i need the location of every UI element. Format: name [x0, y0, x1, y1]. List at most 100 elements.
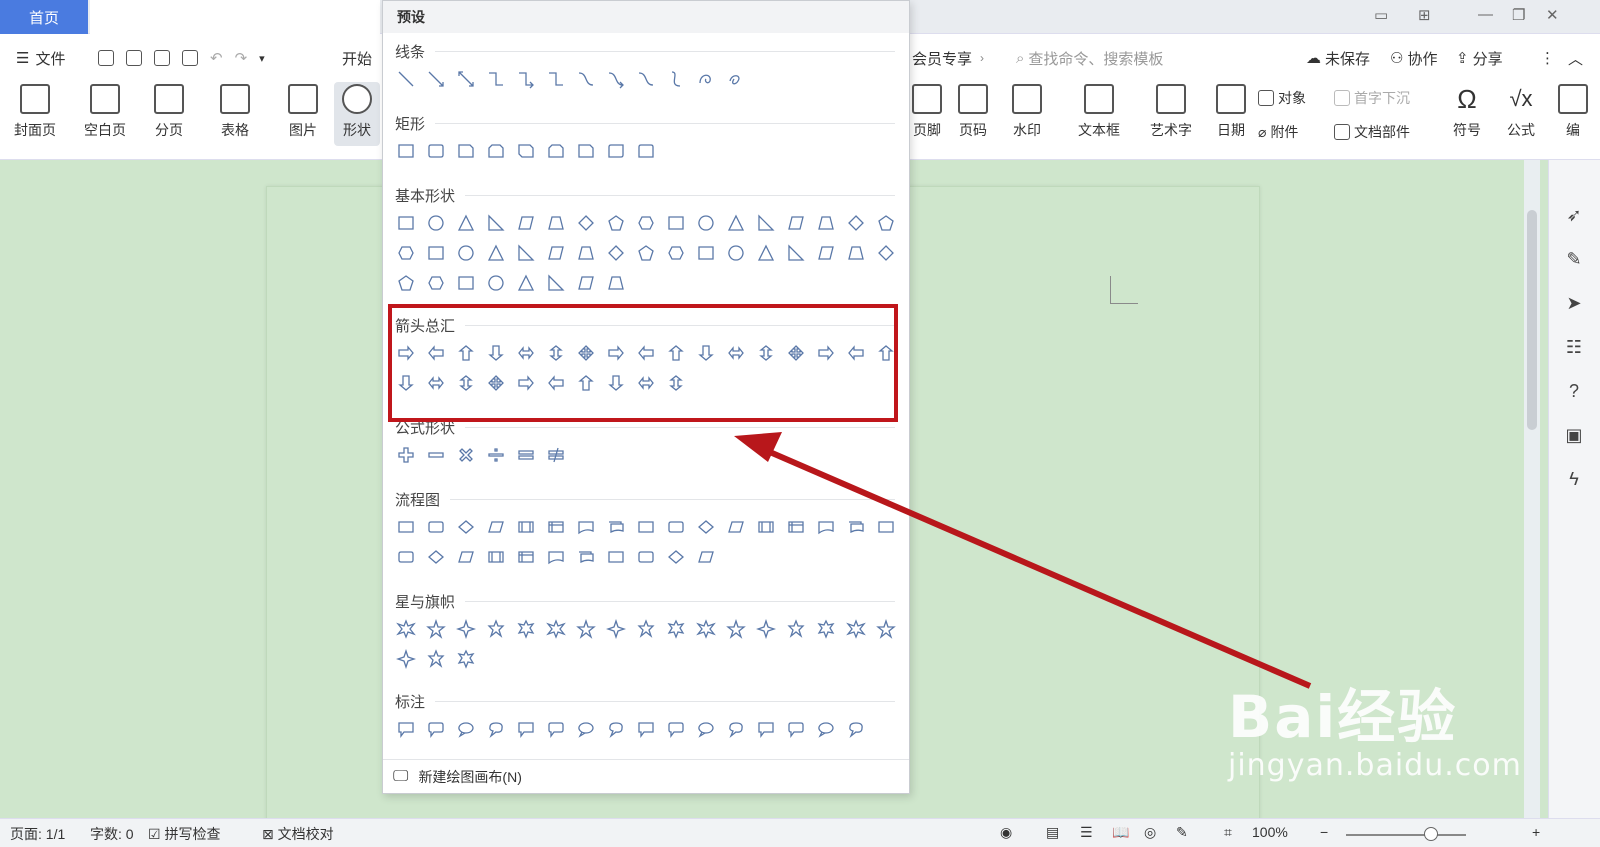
- shape-flow-18[interactable]: [395, 547, 417, 567]
- shape-flow-21[interactable]: [485, 547, 507, 567]
- scrollbar-thumb[interactable]: [1527, 210, 1537, 430]
- web-view-icon[interactable]: ◎: [1144, 824, 1156, 841]
- zoom-in-icon[interactable]: +: [1532, 824, 1540, 840]
- shape-callout-14[interactable]: [785, 719, 807, 739]
- shape-basic-42[interactable]: [605, 273, 627, 293]
- formula-button[interactable]: √x 公式: [1506, 84, 1536, 140]
- shape-basic-8[interactable]: [605, 213, 627, 233]
- shape-callout-7[interactable]: [575, 719, 597, 739]
- shape-basic-22[interactable]: [515, 243, 537, 263]
- shape-callout-10[interactable]: [665, 719, 687, 739]
- shape-basic-32[interactable]: [815, 243, 837, 263]
- shape-line-4[interactable]: [485, 69, 507, 89]
- page-view-icon[interactable]: ▤: [1046, 824, 1059, 841]
- eye-protect-icon[interactable]: ◉: [1000, 824, 1012, 841]
- shape-flow-25[interactable]: [605, 547, 627, 567]
- shapes-button[interactable]: 形状: [334, 82, 380, 146]
- shape-eq-1[interactable]: [395, 445, 417, 465]
- shape-eq-4[interactable]: [485, 445, 507, 465]
- restore-icon[interactable]: ❐: [1512, 6, 1525, 24]
- shape-basic-30[interactable]: [755, 243, 777, 263]
- shape-basic-9[interactable]: [635, 213, 657, 233]
- shape-basic-35[interactable]: [395, 273, 417, 293]
- undo-icon[interactable]: ↶: [210, 49, 223, 67]
- shape-flow-26[interactable]: [635, 547, 657, 567]
- shape-callout-3[interactable]: [455, 719, 477, 739]
- shape-flow-5[interactable]: [515, 517, 537, 537]
- shape-eq-3[interactable]: [455, 445, 477, 465]
- tab-home[interactable]: 首页: [0, 0, 88, 34]
- vip-tab[interactable]: 会员专享: [912, 46, 972, 70]
- shape-callout-5[interactable]: [515, 719, 537, 739]
- shape-star-1[interactable]: [395, 619, 417, 639]
- shape-basic-23[interactable]: [545, 243, 567, 263]
- shape-eq-5[interactable]: [515, 445, 537, 465]
- shape-callout-16[interactable]: [845, 719, 867, 739]
- shape-line-9[interactable]: [635, 69, 657, 89]
- tab-start[interactable]: 开始: [342, 46, 372, 70]
- customize-icon[interactable]: ▾: [259, 52, 265, 65]
- shape-flow-8[interactable]: [605, 517, 627, 537]
- shape-basic-2[interactable]: [425, 213, 447, 233]
- shape-basic-11[interactable]: [695, 213, 717, 233]
- shape-star-5[interactable]: [515, 619, 537, 639]
- help-icon[interactable]: ?: [1563, 380, 1585, 402]
- dropcap-button[interactable]: 首字下沉: [1334, 88, 1410, 108]
- shape-line-11[interactable]: [695, 69, 717, 89]
- shape-callout-15[interactable]: [815, 719, 837, 739]
- shape-rect-9[interactable]: [635, 141, 657, 161]
- shape-star-7[interactable]: [575, 619, 597, 639]
- read-view-icon[interactable]: 📖: [1112, 824, 1129, 841]
- spell-check-button[interactable]: ☑ 拼写检查: [148, 824, 220, 844]
- shape-line-7[interactable]: [575, 69, 597, 89]
- header-footer-button[interactable]: 页脚: [912, 84, 942, 140]
- shape-line-1[interactable]: [395, 69, 417, 89]
- shape-basic-13[interactable]: [755, 213, 777, 233]
- search-box[interactable]: ⌕ 查找命令、搜索模板: [1016, 46, 1163, 70]
- shape-flow-11[interactable]: [695, 517, 717, 537]
- shape-star-4[interactable]: [485, 619, 507, 639]
- zoom-slider[interactable]: [1346, 834, 1466, 836]
- shape-line-8[interactable]: [605, 69, 627, 89]
- shape-basic-41[interactable]: [575, 273, 597, 293]
- shape-basic-3[interactable]: [455, 213, 477, 233]
- shape-basic-19[interactable]: [425, 243, 447, 263]
- shape-rect-3[interactable]: [455, 141, 477, 161]
- shape-star-6[interactable]: [545, 619, 567, 639]
- date-button[interactable]: 日期: [1216, 84, 1246, 140]
- shape-basic-18[interactable]: [395, 243, 417, 263]
- wordart-button[interactable]: 艺术字: [1150, 84, 1192, 140]
- shape-basic-12[interactable]: [725, 213, 747, 233]
- shape-line-2[interactable]: [425, 69, 447, 89]
- more-tabs-icon[interactable]: ›: [980, 46, 984, 70]
- shape-flow-4[interactable]: [485, 517, 507, 537]
- shape-star-14[interactable]: [785, 619, 807, 639]
- shape-callout-2[interactable]: [425, 719, 447, 739]
- settings-sliders-icon[interactable]: ☷: [1563, 336, 1585, 358]
- page-break-button[interactable]: 分页: [154, 84, 184, 140]
- attachment-button[interactable]: ⌀ 附件: [1258, 122, 1298, 142]
- shape-star-3[interactable]: [455, 619, 477, 639]
- shape-basic-33[interactable]: [845, 243, 867, 263]
- shape-basic-39[interactable]: [515, 273, 537, 293]
- shape-flow-20[interactable]: [455, 547, 477, 567]
- shape-basic-7[interactable]: [575, 213, 597, 233]
- shape-star-19[interactable]: [425, 649, 447, 669]
- zoom-level[interactable]: 100%: [1252, 824, 1288, 840]
- watermark-button[interactable]: 水印: [1012, 84, 1042, 140]
- textbox-button[interactable]: 文本框: [1078, 84, 1120, 140]
- shape-callout-12[interactable]: [725, 719, 747, 739]
- shape-basic-17[interactable]: [875, 213, 897, 233]
- shape-star-13[interactable]: [755, 619, 777, 639]
- shape-eq-6[interactable]: [545, 445, 567, 465]
- minimize-icon[interactable]: —: [1478, 6, 1493, 23]
- shape-basic-5[interactable]: [515, 213, 537, 233]
- image-tool-icon[interactable]: ▣: [1563, 424, 1585, 446]
- shape-star-8[interactable]: [605, 619, 627, 639]
- outline-view-icon[interactable]: ☰: [1080, 824, 1093, 841]
- shape-callout-8[interactable]: [605, 719, 627, 739]
- shape-flow-27[interactable]: [665, 547, 687, 567]
- shape-basic-21[interactable]: [485, 243, 507, 263]
- page-number-button[interactable]: 页码: [958, 84, 988, 140]
- shape-basic-25[interactable]: [605, 243, 627, 263]
